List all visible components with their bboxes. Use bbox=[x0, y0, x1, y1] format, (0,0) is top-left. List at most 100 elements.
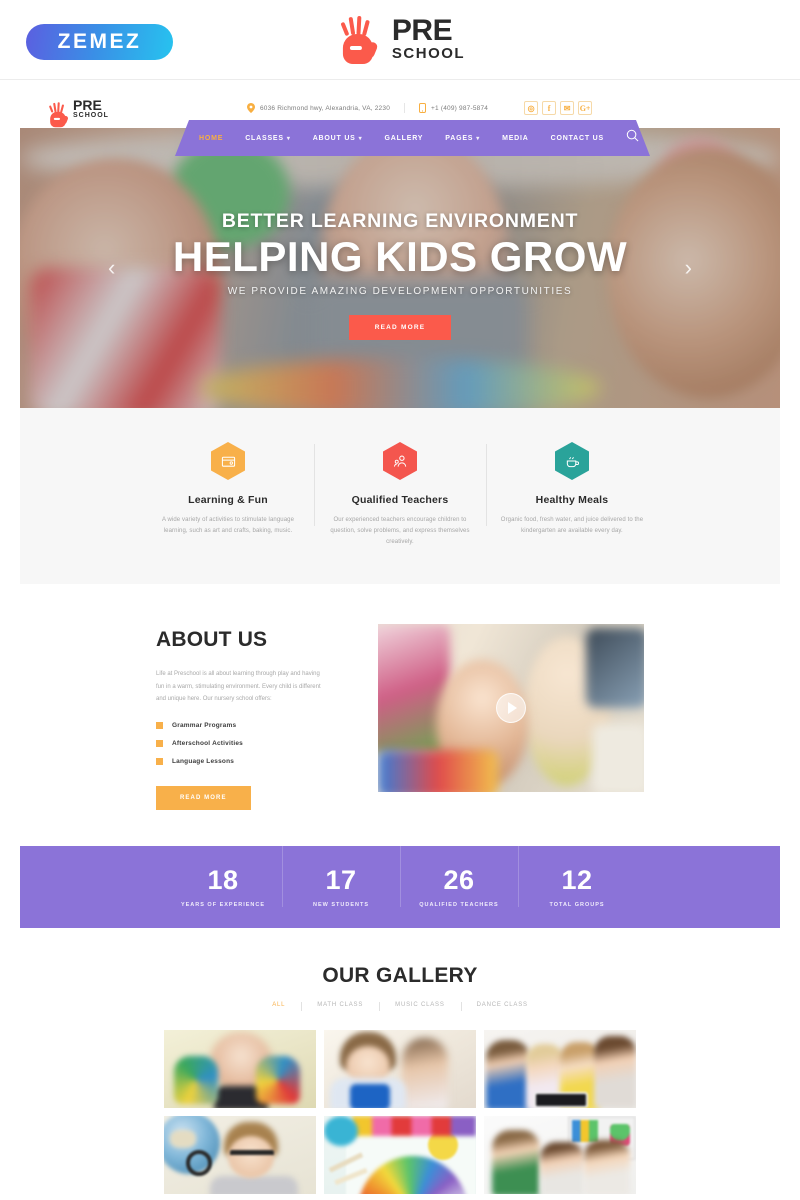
bullet-square-icon bbox=[156, 740, 163, 748]
gallery-image-kids-table bbox=[484, 1116, 636, 1195]
hero-subtitle-top: BETTER LEARNING ENVIRONMENT bbox=[221, 209, 579, 232]
brand-pre: PRE bbox=[391, 13, 453, 47]
nav-label: ABOUT US bbox=[312, 134, 356, 142]
search-icon[interactable] bbox=[626, 129, 639, 147]
about-read-more-button[interactable]: READ MORE bbox=[156, 786, 251, 811]
header-social-links: ◎ f ✉ G+ bbox=[524, 101, 593, 115]
hero-slider: ‹ › BETTER LEARNING ENVIRONMENT HELPING … bbox=[20, 128, 780, 408]
stat-total-groups: 12 TOTAL GROUPS bbox=[518, 844, 636, 908]
chevron-down-icon: ▾ bbox=[286, 135, 291, 142]
gallery-item[interactable] bbox=[164, 1030, 316, 1109]
header-contacts: 6036 Richmond hwy, Alexandria, VA, 2230 … bbox=[233, 103, 502, 113]
gallery-filter-math-class[interactable]: MATH CLASS bbox=[301, 1002, 379, 1012]
statistics-bar: 18 YEARS OF EXPERIENCE 17 NEW STUDENTS 2… bbox=[20, 844, 780, 929]
googleplus-icon[interactable]: G+ bbox=[578, 101, 593, 115]
nav-item-contact-us[interactable]: CONTACT US bbox=[551, 135, 604, 142]
gallery-item[interactable] bbox=[324, 1116, 476, 1195]
feature-text: Our experienced teachers encourage child… bbox=[330, 517, 470, 546]
about-title: ABOUT US bbox=[156, 628, 268, 652]
stat-new-students: 17 NEW STUDENTS bbox=[282, 844, 400, 908]
nav-item-classes[interactable]: CLASSES ▾ bbox=[245, 135, 290, 142]
header-phone-text: +1 (409) 987-5874 bbox=[431, 104, 489, 112]
instagram-icon[interactable]: ◎ bbox=[524, 101, 539, 115]
feature-title: Healthy Meals bbox=[535, 494, 609, 506]
location-pin-icon bbox=[246, 103, 255, 113]
meal-icon bbox=[555, 442, 589, 480]
list-item-label: Grammar Programs bbox=[172, 722, 237, 730]
feature-card-qualified-teachers: Qualified Teachers Our experienced teach… bbox=[314, 442, 486, 548]
preschool-brandmark: PRE SCHOOL bbox=[335, 14, 465, 64]
feature-title: Qualified Teachers bbox=[351, 494, 449, 506]
about-feature-list: Grammar Programs Afterschool Activities … bbox=[156, 722, 326, 766]
about-paragraph: Life at Preschool is all about learning … bbox=[156, 671, 321, 703]
stat-label: QUALIFIED TEACHERS bbox=[419, 901, 499, 908]
feature-text: Organic food, fresh water, and juice del… bbox=[500, 517, 644, 535]
bullet-square-icon bbox=[156, 722, 163, 730]
hand-logo-icon-small bbox=[46, 101, 69, 128]
features-section: Learning & Fun A wide variety of activit… bbox=[20, 408, 780, 585]
nav-label: HOME bbox=[199, 134, 224, 142]
stat-years-of-experience: 18 YEARS OF EXPERIENCE bbox=[164, 864, 282, 908]
gallery-image-painted-hands bbox=[164, 1030, 316, 1109]
gallery-filter-music-class[interactable]: MUSIC CLASS bbox=[379, 1002, 460, 1012]
zemez-label: ZEMEZ bbox=[57, 30, 142, 53]
list-item: Language Lessons bbox=[156, 758, 326, 766]
gallery-image-kids-tablet bbox=[484, 1030, 636, 1109]
site-logo-school: SCHOOL bbox=[73, 111, 109, 119]
gallery-image-boy-apron bbox=[324, 1030, 476, 1109]
stat-number: 12 bbox=[561, 864, 593, 895]
site-logo-pre: PRE bbox=[73, 96, 102, 113]
hero-title: HELPING KIDS GROW bbox=[172, 232, 628, 280]
stat-number: 17 bbox=[325, 864, 357, 895]
chevron-down-icon: ▾ bbox=[358, 135, 363, 142]
gallery-title: OUR GALLERY bbox=[322, 964, 478, 988]
about-text-column: ABOUT US Life at Preschool is all about … bbox=[156, 624, 326, 811]
nav-label: CLASSES bbox=[245, 134, 284, 142]
nav-item-about-us[interactable]: ABOUT US ▾ bbox=[313, 135, 363, 142]
nav-item-media[interactable]: MEDIA bbox=[502, 135, 529, 142]
site-preview: PRE SCHOOL 6036 Richmond hwy, Alexandria… bbox=[20, 88, 780, 1200]
gallery-item[interactable] bbox=[324, 1030, 476, 1109]
gallery-image-rainbow-drawing bbox=[324, 1116, 476, 1195]
gallery-filter-all[interactable]: ALL bbox=[256, 1002, 301, 1008]
feature-card-healthy-meals: Healthy Meals Organic food, fresh water,… bbox=[486, 442, 658, 548]
gallery-item[interactable] bbox=[164, 1116, 316, 1195]
feature-title: Learning & Fun bbox=[188, 494, 268, 506]
header-phone[interactable]: +1 (409) 987-5874 bbox=[404, 103, 502, 113]
brand-school: SCHOOL bbox=[391, 44, 466, 62]
twitter-icon[interactable]: ✉ bbox=[560, 101, 575, 115]
play-icon[interactable] bbox=[496, 693, 526, 724]
about-video-thumbnail[interactable] bbox=[378, 624, 644, 793]
nav-label: CONTACT US bbox=[550, 134, 605, 142]
chevron-down-icon: ▾ bbox=[476, 135, 481, 142]
feature-card-learning-fun: Learning & Fun A wide variety of activit… bbox=[142, 442, 314, 548]
zemez-top-bar: ZEMEZ PRE SCHOOL bbox=[0, 0, 800, 80]
stat-number: 18 bbox=[207, 864, 239, 895]
site-logo-text: PRE SCHOOL bbox=[73, 98, 109, 119]
phone-icon bbox=[419, 103, 427, 113]
facebook-icon[interactable]: f bbox=[542, 101, 557, 115]
nav-label: MEDIA bbox=[502, 134, 529, 142]
header-address-text: 6036 Richmond hwy, Alexandria, VA, 2230 bbox=[259, 104, 391, 112]
nav-item-gallery[interactable]: GALLERY bbox=[384, 135, 423, 142]
book-icon bbox=[211, 442, 245, 480]
gallery-image-globe-boy bbox=[164, 1116, 316, 1195]
gallery-item[interactable] bbox=[484, 1030, 636, 1109]
zemez-logo-badge[interactable]: ZEMEZ bbox=[26, 24, 173, 60]
hero-read-more-button[interactable]: READ MORE bbox=[348, 315, 452, 341]
teacher-icon bbox=[383, 442, 417, 480]
nav-item-pages[interactable]: PAGES ▾ bbox=[445, 135, 480, 142]
nav-item-home[interactable]: HOME bbox=[199, 135, 223, 142]
nav-label: PAGES bbox=[445, 134, 474, 142]
list-item-label: Language Lessons bbox=[172, 758, 235, 766]
header-address[interactable]: 6036 Richmond hwy, Alexandria, VA, 2230 bbox=[233, 103, 404, 113]
stat-label: YEARS OF EXPERIENCE bbox=[180, 901, 266, 908]
about-section: ABOUT US Life at Preschool is all about … bbox=[20, 584, 780, 846]
gallery-filter-dance-class[interactable]: DANCE CLASS bbox=[460, 1002, 544, 1012]
stat-qualified-teachers: 26 QUALIFIED TEACHERS bbox=[400, 844, 518, 908]
site-logo[interactable]: PRE SCHOOL bbox=[46, 95, 109, 128]
gallery-item[interactable] bbox=[484, 1116, 636, 1195]
stat-number: 26 bbox=[443, 864, 475, 895]
list-item: Afterschool Activities bbox=[156, 740, 326, 748]
stat-label: TOTAL GROUPS bbox=[549, 901, 605, 908]
